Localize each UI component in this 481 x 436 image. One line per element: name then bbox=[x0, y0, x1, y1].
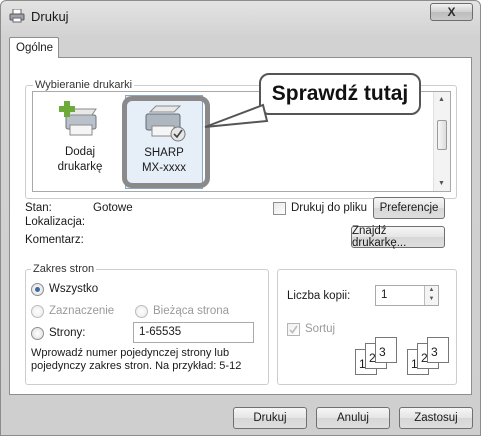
close-button[interactable]: X bbox=[430, 3, 473, 21]
printer-icon bbox=[9, 8, 25, 23]
print-dialog: Drukuj X Ogólne Wybieranie drukarki Doda… bbox=[0, 0, 481, 436]
copies-spinner[interactable]: ▲ ▼ bbox=[424, 286, 438, 305]
copies-input[interactable]: 1 ▲ ▼ bbox=[375, 285, 439, 306]
scroll-up-icon[interactable]: ▲ bbox=[438, 96, 445, 103]
current-page-label: Bieżąca strona bbox=[153, 305, 230, 317]
comment-label: Komentarz: bbox=[25, 234, 84, 246]
printer-item-add[interactable]: Dodaj drukarkę bbox=[41, 95, 119, 189]
highlight-frame bbox=[122, 96, 210, 188]
check-icon bbox=[289, 325, 298, 334]
status-label: Stan: bbox=[25, 202, 52, 214]
scroll-thumb[interactable] bbox=[437, 120, 447, 150]
location-label: Lokalizacja: bbox=[25, 216, 86, 228]
close-icon: X bbox=[447, 5, 456, 19]
find-printer-button[interactable]: Znajdź drukarkę... bbox=[351, 225, 445, 249]
selection-radio[interactable] bbox=[31, 305, 44, 318]
collate-checkbox[interactable] bbox=[287, 323, 300, 336]
all-pages-label: Wszystko bbox=[49, 283, 99, 295]
printer-list-scrollbar[interactable]: ▲ ▼ bbox=[433, 92, 450, 191]
pages-radio[interactable] bbox=[31, 327, 44, 340]
copies-label: Liczba kopii: bbox=[287, 290, 351, 302]
all-pages-radio[interactable] bbox=[31, 283, 44, 296]
add-printer-icon bbox=[56, 101, 104, 145]
page-range-hint: Wprowadź numer pojedynczej strony lub po… bbox=[31, 347, 242, 372]
selection-label: Zaznaczenie bbox=[49, 305, 115, 317]
pages-label: Strony: bbox=[49, 327, 86, 339]
pages-input[interactable]: 1-65535 bbox=[133, 322, 254, 343]
collate-label: Sortuj bbox=[305, 323, 336, 335]
printer-item-label: drukarkę bbox=[57, 161, 103, 173]
current-page-radio[interactable] bbox=[135, 305, 148, 318]
title-bar: Drukuj X bbox=[1, 1, 480, 31]
status-value: Gotowe bbox=[93, 202, 133, 214]
preferences-button[interactable]: Preferencje bbox=[373, 197, 445, 219]
apply-button[interactable]: Zastosuj bbox=[399, 407, 473, 429]
tab-general-label: Ogólne bbox=[16, 42, 54, 54]
print-to-file-label: Drukuj do pliku bbox=[291, 202, 368, 214]
callout-label: Sprawdź tutaj bbox=[259, 73, 421, 115]
print-button[interactable]: Drukuj bbox=[233, 407, 307, 429]
printer-item-label: Dodaj bbox=[64, 146, 96, 158]
print-to-file-checkbox[interactable] bbox=[273, 202, 286, 215]
cancel-button[interactable]: Anuluj bbox=[316, 407, 390, 429]
printer-selection-legend: Wybieranie drukarki bbox=[33, 79, 135, 91]
tab-general[interactable]: Ogólne bbox=[9, 37, 59, 58]
window-title: Drukuj bbox=[31, 9, 69, 24]
copies-value: 1 bbox=[381, 289, 388, 301]
page-range-legend: Zakres stron bbox=[31, 263, 97, 275]
scroll-down-icon[interactable]: ▼ bbox=[438, 180, 445, 187]
callout-pointer bbox=[204, 103, 269, 128]
